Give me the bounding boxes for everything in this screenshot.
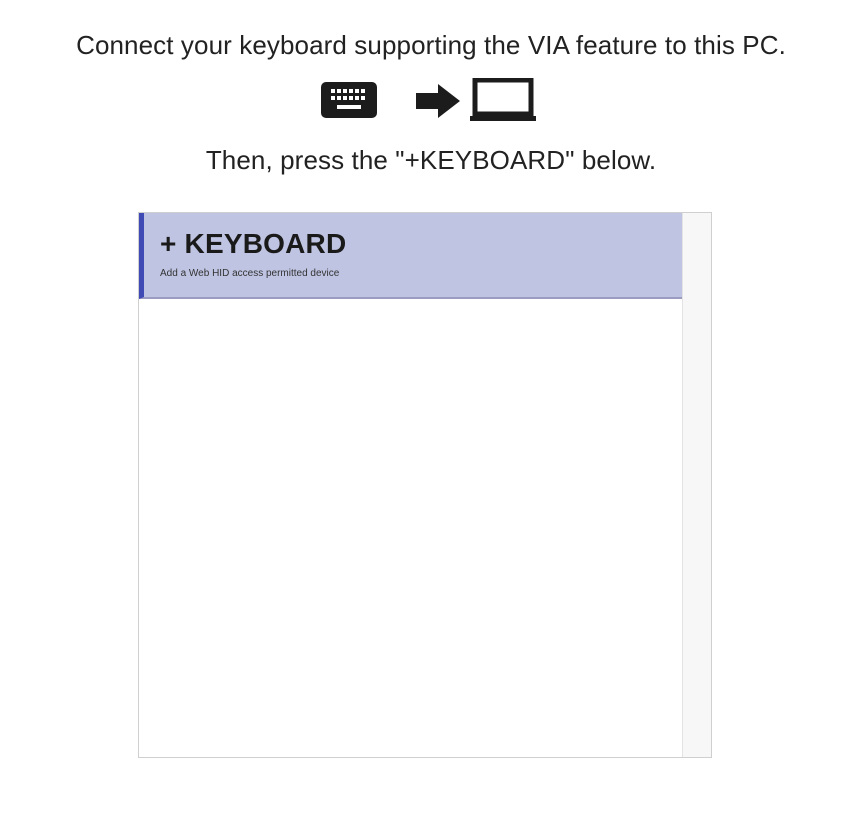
add-keyboard-description: Add a Web HID access permitted device bbox=[160, 268, 340, 279]
keyboard-icon bbox=[321, 82, 377, 118]
device-list: + KEYBOARD Add a Web HID access permitte… bbox=[139, 213, 683, 757]
arrow-right-icon bbox=[416, 84, 460, 118]
device-list-panel: + KEYBOARD Add a Web HID access permitte… bbox=[138, 212, 712, 758]
connect-instruction: Connect your keyboard supporting the VIA… bbox=[76, 30, 786, 60]
scrollbar[interactable] bbox=[682, 213, 711, 757]
add-keyboard-title: + KEYBOARD bbox=[160, 228, 347, 259]
connection-illustration bbox=[0, 78, 862, 124]
press-instruction: Then, press the "+KEYBOARD" below. bbox=[205, 145, 657, 175]
add-keyboard-button[interactable]: + KEYBOARD Add a Web HID access permitte… bbox=[139, 213, 683, 299]
laptop-icon bbox=[470, 78, 536, 121]
